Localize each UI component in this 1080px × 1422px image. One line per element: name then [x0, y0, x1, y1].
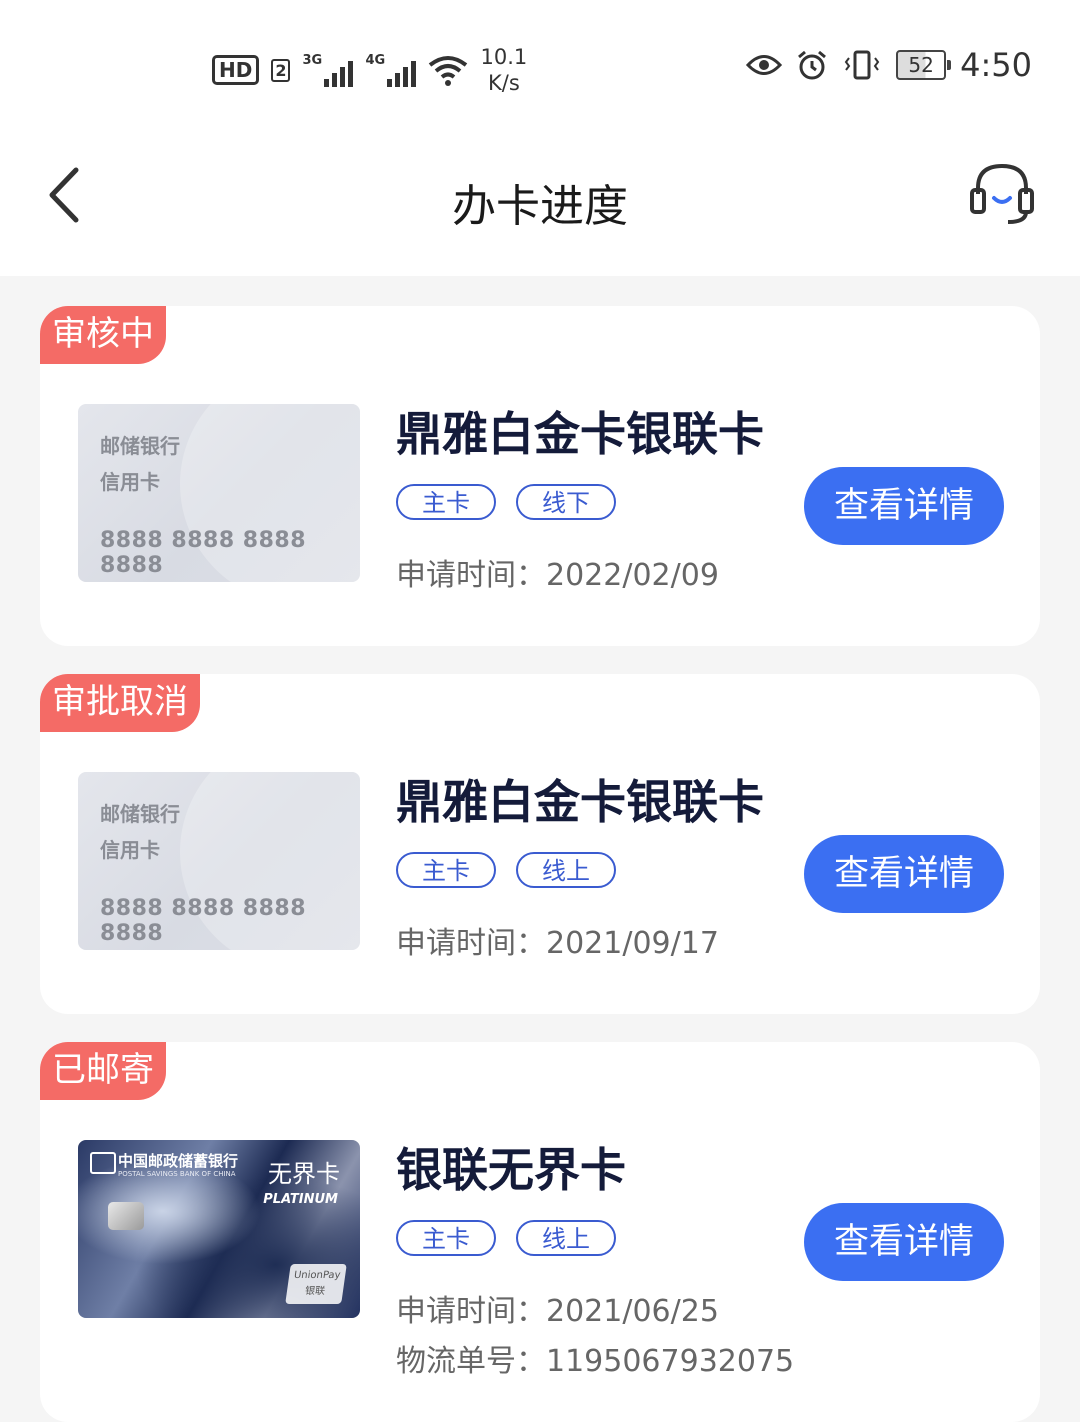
card-art-name: 无界卡 — [268, 1160, 340, 1188]
status-tag: 已邮寄 — [40, 1042, 166, 1100]
card-art-bank: 中国邮政储蓄银行 — [118, 1152, 239, 1170]
card-image-bank: 邮储银行 信用卡 — [100, 428, 180, 500]
signal-3g-icon: 3G — [302, 53, 354, 87]
card-tags: 主卡 线上 — [396, 852, 616, 888]
apply-time-value: 2021/06/25 — [546, 1294, 719, 1329]
application-card: 审批取消 邮储银行 信用卡 8888 8888 8888 8888 鼎雅白金卡银… — [40, 674, 1040, 1014]
battery-icon: 52 — [896, 50, 952, 80]
network-speed: 10.1 K/s — [480, 44, 527, 96]
apply-time-label: 申请时间： — [396, 926, 546, 961]
view-details-button[interactable]: 查看详情 — [804, 835, 1004, 913]
speed-value: 10.1 — [480, 45, 528, 69]
apply-time-label: 申请时间： — [396, 1294, 546, 1329]
card-type-label: 信用卡 — [100, 470, 160, 494]
card-art-bank-en: POSTAL SAVINGS BANK OF CHINA — [118, 1170, 236, 1178]
bank-logo-icon — [90, 1152, 116, 1174]
view-details-button[interactable]: 查看详情 — [804, 467, 1004, 545]
card-bank-label: 邮储银行 — [100, 434, 180, 458]
sim-number-badge: 2 — [271, 58, 291, 82]
credit-card-image: 邮储银行 信用卡 8888 8888 8888 8888 — [78, 404, 360, 582]
customer-service-icon[interactable] — [968, 160, 1036, 230]
vibrate-icon — [844, 50, 880, 80]
tracking-label: 物流单号： — [396, 1344, 546, 1379]
tag-channel: 线下 — [516, 484, 616, 520]
credit-card-image: 邮储银行 信用卡 8888 8888 8888 8888 — [78, 772, 360, 950]
signal-4g-icon: 4G — [365, 53, 417, 87]
eye-icon — [746, 55, 783, 75]
card-product-name: 银联无界卡 — [396, 1143, 626, 1197]
card-tags: 主卡 线上 — [396, 1220, 616, 1256]
tag-channel: 线上 — [516, 1220, 616, 1256]
page-title: 办卡进度 — [452, 181, 628, 232]
apply-time: 申请时间：2021/06/25 — [396, 1286, 719, 1330]
apply-time-value: 2022/02/09 — [546, 558, 719, 593]
tag-primary-card: 主卡 — [396, 852, 496, 888]
nav-bar: 办卡进度 — [0, 130, 1080, 276]
status-bar: HD 2 3G 4G 10.1 K/s 52 4:50 — [0, 0, 1080, 130]
tracking-value: 1195067932075 — [546, 1344, 795, 1379]
unionpay-logo-icon: UnionPay 银联 — [285, 1264, 347, 1304]
card-chip-icon — [108, 1202, 144, 1230]
speed-unit: K/s — [487, 71, 520, 95]
status-tag: 审批取消 — [40, 674, 200, 732]
signal-4g-label: 4G — [365, 53, 386, 68]
status-clock: 4:50 — [960, 46, 1032, 84]
card-type-label: 信用卡 — [100, 838, 160, 862]
application-card: 审核中 邮储银行 信用卡 8888 8888 8888 8888 鼎雅白金卡银联… — [40, 306, 1040, 646]
credit-card-image: 中国邮政储蓄银行 POSTAL SAVINGS BANK OF CHINA 无界… — [78, 1140, 360, 1318]
card-product-name: 鼎雅白金卡银联卡 — [396, 407, 764, 461]
apply-time-value: 2021/09/17 — [546, 926, 719, 961]
apply-time-label: 申请时间： — [396, 558, 546, 593]
hd-voice-icon: HD — [212, 55, 260, 85]
apply-time: 申请时间：2022/02/09 — [396, 550, 719, 594]
tag-primary-card: 主卡 — [396, 484, 496, 520]
tag-primary-card: 主卡 — [396, 1220, 496, 1256]
card-bank-label: 邮储银行 — [100, 802, 180, 826]
card-image-bank: 邮储银行 信用卡 — [100, 796, 180, 868]
card-number: 8888 8888 8888 8888 — [100, 528, 307, 578]
card-number: 8888 8888 8888 8888 — [100, 896, 307, 946]
card-tags: 主卡 线下 — [396, 484, 616, 520]
card-product-name: 鼎雅白金卡银联卡 — [396, 775, 764, 829]
view-details-button[interactable]: 查看详情 — [804, 1203, 1004, 1281]
wifi-icon — [429, 56, 468, 86]
alarm-icon — [798, 50, 827, 80]
tracking-number: 物流单号：1195067932075 — [396, 1336, 794, 1380]
status-bar-left: HD 2 3G 4G 10.1 K/s — [212, 44, 527, 96]
signal-3g-label: 3G — [302, 53, 323, 68]
card-art-platinum: PLATINUM — [263, 1192, 338, 1207]
apply-time: 申请时间：2021/09/17 — [396, 918, 719, 962]
tag-channel: 线上 — [516, 852, 616, 888]
status-tag: 审核中 — [40, 306, 166, 364]
status-bar-right: 52 4:50 — [746, 46, 1032, 84]
application-card: 已邮寄 中国邮政储蓄银行 POSTAL SAVINGS BANK OF CHIN… — [40, 1042, 1040, 1422]
